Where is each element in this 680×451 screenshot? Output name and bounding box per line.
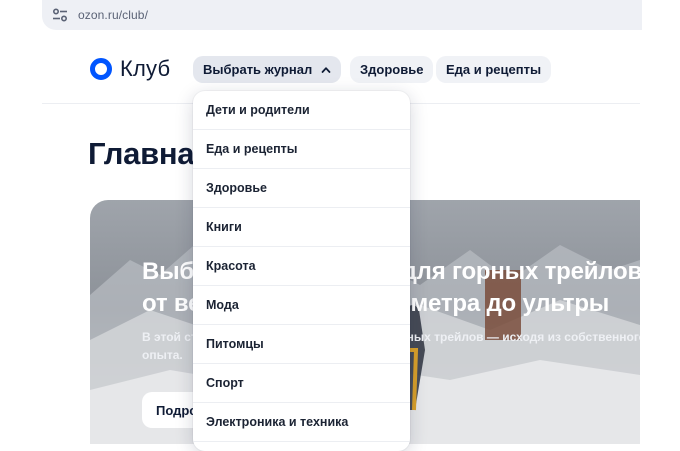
dropdown-item-books[interactable]: Книги xyxy=(193,208,410,247)
choose-journal-label: Выбрать журнал xyxy=(203,62,313,77)
ozon-ring-icon xyxy=(90,58,112,80)
nav-food-button[interactable]: Еда и рецепты xyxy=(436,56,552,83)
chevron-up-icon xyxy=(321,66,331,73)
site-settings-icon[interactable] xyxy=(52,8,68,22)
dropdown-item-food[interactable]: Еда и рецепты xyxy=(193,130,410,169)
dropdown-item-health[interactable]: Здоровье xyxy=(193,169,410,208)
nav-health-button[interactable]: Здоровье xyxy=(350,56,434,83)
url-text[interactable]: ozon.ru/club/ xyxy=(78,8,148,22)
dropdown-item-fashion[interactable]: Мода xyxy=(193,286,410,325)
dropdown-item-electronics[interactable]: Электроника и техника xyxy=(193,403,410,442)
dropdown-item-beauty[interactable]: Красота xyxy=(193,247,410,286)
nav-health-label: Здоровье xyxy=(360,62,424,77)
logo-text: Клуб xyxy=(120,56,171,81)
dropdown-item-pets[interactable]: Питомцы xyxy=(193,325,410,364)
dropdown-item-kids[interactable]: Дети и родители xyxy=(193,91,410,130)
dropdown-item-sport[interactable]: Спорт xyxy=(193,364,410,403)
address-bar[interactable]: ozon.ru/club/ xyxy=(42,0,642,30)
hero-subtitle-line2: опыта. xyxy=(142,348,183,362)
journal-dropdown: Дети и родители Еда и рецепты Здоровье К… xyxy=(193,91,410,451)
choose-journal-button[interactable]: Выбрать журнал xyxy=(193,56,342,83)
nav-food-label: Еда и рецепты xyxy=(446,62,542,77)
site-logo[interactable]: Клуб xyxy=(90,56,170,82)
